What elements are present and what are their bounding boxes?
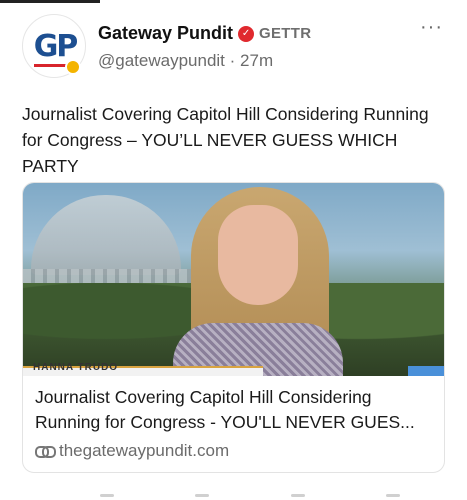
more-options-icon[interactable]: ···	[420, 17, 443, 37]
tv-caption-text: HANNA TRUDO	[33, 362, 119, 373]
link-preview-card[interactable]: HANNA TRUDO Journalist Covering Capitol …	[22, 182, 445, 473]
link-preview-title[interactable]: Journalist Covering Capitol Hill Conside…	[35, 385, 435, 435]
link-preview-domain-row[interactable]: thegatewaypundit.com	[35, 441, 229, 461]
crown-badge-icon	[65, 59, 81, 75]
author-display-name[interactable]: Gateway Pundit	[98, 23, 233, 44]
action-bar-peek	[100, 494, 400, 498]
author-handle-row: @gatewaypundit · 27m	[98, 51, 273, 71]
avatar-logo-text: GP	[33, 29, 79, 64]
post-card: GP Gateway Pundit ✓ GETTR @gatewaypundit…	[0, 0, 467, 500]
action-icon-stub	[100, 494, 114, 497]
post-timestamp: 27m	[240, 51, 274, 70]
post-body-text: Journalist Covering Capitol Hill Conside…	[22, 104, 429, 176]
handle-separator: ·	[229, 51, 236, 70]
tv-lower-third: HANNA TRUDO	[23, 362, 263, 376]
action-icon-stub	[195, 494, 210, 497]
capitol-dome-shape	[31, 195, 181, 275]
person-figure	[173, 183, 343, 376]
link-preview-domain: thegatewaypundit.com	[59, 441, 230, 460]
avatar[interactable]: GP	[22, 14, 86, 78]
action-icon-stub	[290, 494, 305, 497]
link-icon	[35, 446, 56, 458]
verified-badge-icon: ✓	[238, 25, 255, 42]
platform-label: GETTR	[259, 25, 312, 42]
link-preview-image: HANNA TRUDO	[23, 183, 444, 376]
face-shape	[218, 205, 298, 305]
action-icon-stub	[385, 494, 400, 497]
tv-network-chip	[408, 366, 444, 376]
author-name-row: Gateway Pundit ✓ GETTR	[98, 23, 311, 44]
author-handle[interactable]: @gatewaypundit	[98, 51, 225, 70]
